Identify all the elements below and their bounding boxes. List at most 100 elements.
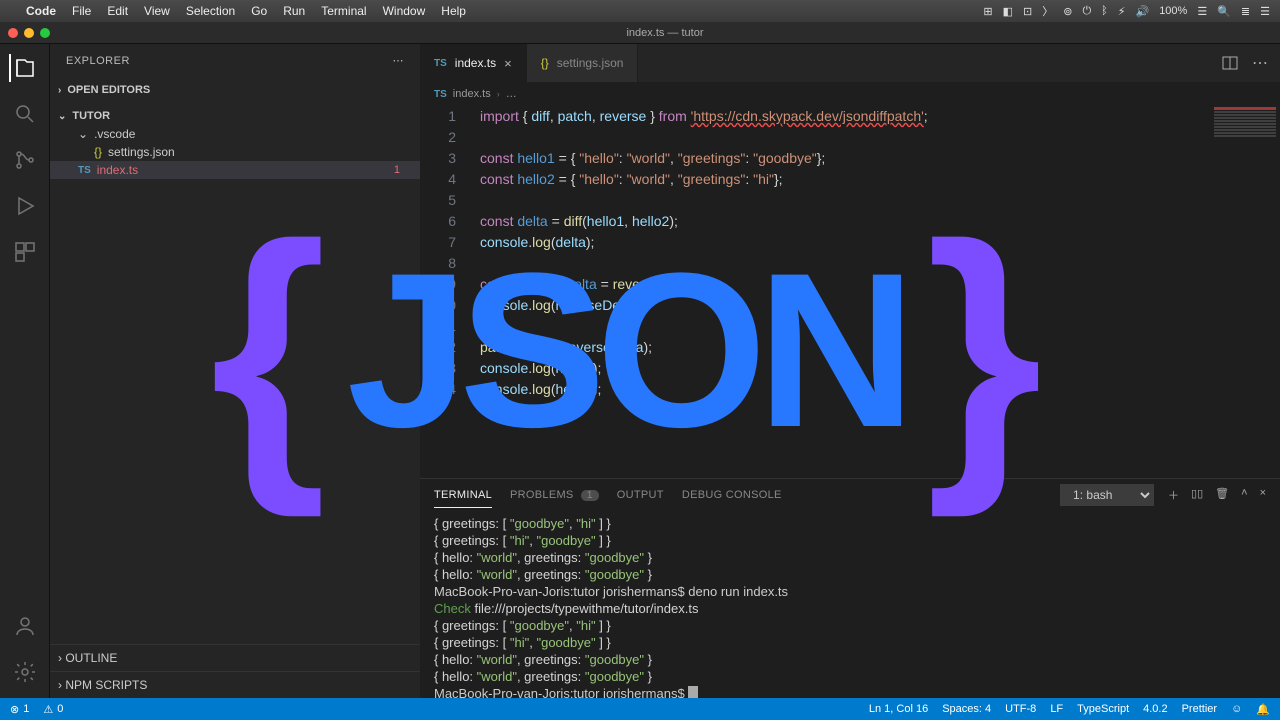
more-actions-icon[interactable]: ⋯ — [1252, 53, 1268, 73]
section-label: TUTOR — [72, 110, 110, 122]
menu-run[interactable]: Run — [283, 4, 305, 18]
code-editor[interactable]: 1234567891011121314 import { diff, patch… — [420, 106, 1280, 478]
explorer-sidebar: EXPLORER ⋯ › OPEN EDITORS ⌄ TUTOR ⌄ .vsc… — [50, 44, 420, 698]
tab-label: index.ts — [455, 56, 496, 70]
tab-settings-json[interactable]: {} settings.json — [527, 44, 639, 82]
folder-vscode[interactable]: ⌄ .vscode — [50, 125, 420, 143]
split-editor-icon[interactable] — [1222, 55, 1238, 71]
kill-terminal-icon[interactable]: 🗑 — [1215, 487, 1229, 503]
accounts-icon[interactable] — [11, 612, 39, 640]
tab-label: settings.json — [557, 56, 624, 70]
close-tab-icon[interactable]: × — [504, 56, 512, 71]
section-label: OPEN EDITORS — [67, 84, 150, 96]
status-prettier[interactable]: Prettier — [1182, 703, 1217, 716]
tray-icon[interactable]: ⊚ — [1063, 5, 1072, 18]
bluetooth-icon[interactable]: ᛒ — [1101, 5, 1108, 17]
bottom-panel: TERMINAL PROBLEMS 1 OUTPUT DEBUG CONSOLE… — [420, 478, 1280, 698]
status-encoding[interactable]: UTF-8 — [1005, 703, 1036, 716]
tray-icon[interactable]: ⏻ — [1082, 5, 1091, 18]
tab-label: PROBLEMS — [510, 489, 574, 501]
file-settings-json[interactable]: {} settings.json — [50, 143, 420, 161]
menu-terminal[interactable]: Terminal — [321, 4, 366, 18]
status-cursor[interactable]: Ln 1, Col 16 — [869, 703, 928, 716]
tab-terminal[interactable]: TERMINAL — [434, 483, 492, 508]
explorer-icon[interactable] — [9, 54, 37, 82]
status-eol[interactable]: LF — [1050, 703, 1063, 716]
close-panel-icon[interactable]: × — [1260, 487, 1266, 503]
status-ts-version[interactable]: 4.0.2 — [1143, 703, 1167, 716]
code-content[interactable]: import { diff, patch, reverse } from 'ht… — [480, 106, 1280, 400]
tab-index-ts[interactable]: TS index.ts × — [420, 44, 527, 82]
outline-section[interactable]: › OUTLINE — [50, 644, 420, 671]
tray-icon[interactable]: ⊞ — [983, 5, 992, 18]
maximize-window-icon[interactable] — [40, 28, 50, 38]
more-icon[interactable]: ⋯ — [393, 54, 405, 67]
menu-edit[interactable]: Edit — [107, 4, 128, 18]
status-bell-icon[interactable]: 🔔 — [1256, 703, 1270, 716]
maximize-panel-icon[interactable]: ˄ — [1241, 487, 1247, 503]
new-terminal-icon[interactable]: ＋ — [1168, 487, 1179, 503]
notifications-icon[interactable]: ☰ — [1260, 5, 1270, 18]
minimap[interactable] — [1210, 106, 1280, 478]
chevron-right-icon: › — [58, 678, 62, 692]
settings-gear-icon[interactable] — [11, 658, 39, 686]
section-label: OUTLINE — [65, 651, 117, 665]
status-bar: ⊗ 1 ⚠ 0 Ln 1, Col 16 Spaces: 4 UTF-8 LF … — [0, 698, 1280, 720]
close-window-icon[interactable] — [8, 28, 18, 38]
file-label: index.ts — [97, 163, 138, 177]
tray-icon[interactable]: ◧ — [1003, 5, 1013, 18]
project-section[interactable]: ⌄ TUTOR — [50, 107, 420, 125]
run-debug-icon[interactable] — [11, 192, 39, 220]
status-spaces[interactable]: Spaces: 4 — [942, 703, 991, 716]
battery-percent[interactable]: 100% — [1159, 5, 1187, 17]
tab-problems[interactable]: PROBLEMS 1 — [510, 483, 599, 507]
breadcrumb-more[interactable]: … — [506, 88, 517, 100]
tab-debug-console[interactable]: DEBUG CONSOLE — [682, 483, 782, 507]
menu-selection[interactable]: Selection — [186, 4, 235, 18]
terminal-output[interactable]: { greetings: [ "goodbye", "hi" ] }{ gree… — [420, 511, 1280, 698]
json-file-icon: {} — [541, 56, 549, 70]
shell-selector[interactable]: 1: bash — [1060, 484, 1154, 506]
chevron-down-icon: ⌄ — [78, 127, 88, 141]
minimize-window-icon[interactable] — [24, 28, 34, 38]
activity-bar — [0, 44, 50, 698]
search-icon[interactable] — [11, 100, 39, 128]
volume-icon[interactable]: 🔊 — [1135, 5, 1149, 18]
breadcrumb[interactable]: TS index.ts › … — [420, 82, 1280, 106]
spotlight-icon[interactable]: 🔍 — [1217, 5, 1231, 18]
menu-window[interactable]: Window — [383, 4, 426, 18]
menu-help[interactable]: Help — [441, 4, 466, 18]
status-warnings[interactable]: ⚠ 0 — [43, 703, 63, 716]
menu-view[interactable]: View — [144, 4, 170, 18]
npm-scripts-section[interactable]: › NPM SCRIPTS — [50, 671, 420, 698]
source-control-icon[interactable] — [11, 146, 39, 174]
tray-icon[interactable]: ☰ — [1197, 5, 1207, 18]
mac-menubar: Code File Edit View Selection Go Run Ter… — [0, 0, 1280, 22]
menu-go[interactable]: Go — [251, 4, 267, 18]
tray-icon[interactable]: 〉 — [1042, 3, 1053, 19]
editor-tabs: TS index.ts × {} settings.json ⋯ — [420, 44, 1280, 82]
window-title: index.ts — tutor — [58, 27, 1272, 39]
sidebar-header: EXPLORER ⋯ — [50, 44, 420, 77]
breadcrumb-file[interactable]: index.ts — [453, 88, 491, 100]
open-editors-section[interactable]: › OPEN EDITORS — [50, 81, 420, 99]
control-center-icon[interactable]: ≣ — [1241, 5, 1250, 18]
status-language[interactable]: TypeScript — [1077, 703, 1129, 716]
tab-output[interactable]: OUTPUT — [617, 483, 664, 507]
tray-icon[interactable]: ⊡ — [1023, 5, 1032, 18]
ts-file-icon: TS — [78, 165, 91, 176]
chevron-right-icon: › — [497, 89, 500, 99]
window-titlebar: index.ts — tutor — [0, 22, 1280, 44]
extensions-icon[interactable] — [11, 238, 39, 266]
app-name[interactable]: Code — [26, 4, 56, 18]
menu-file[interactable]: File — [72, 4, 91, 18]
file-index-ts[interactable]: TS index.ts 1 — [50, 161, 420, 179]
battery-icon[interactable]: ⚡︎ — [1118, 5, 1126, 18]
section-label: NPM SCRIPTS — [65, 678, 147, 692]
folder-label: .vscode — [94, 127, 135, 141]
chevron-right-icon: › — [58, 651, 62, 665]
traffic-lights — [8, 28, 50, 38]
status-feedback-icon[interactable]: ☺ — [1231, 703, 1242, 716]
split-terminal-icon[interactable]: ▯▯ — [1191, 487, 1203, 503]
status-errors[interactable]: ⊗ 1 — [10, 703, 29, 716]
